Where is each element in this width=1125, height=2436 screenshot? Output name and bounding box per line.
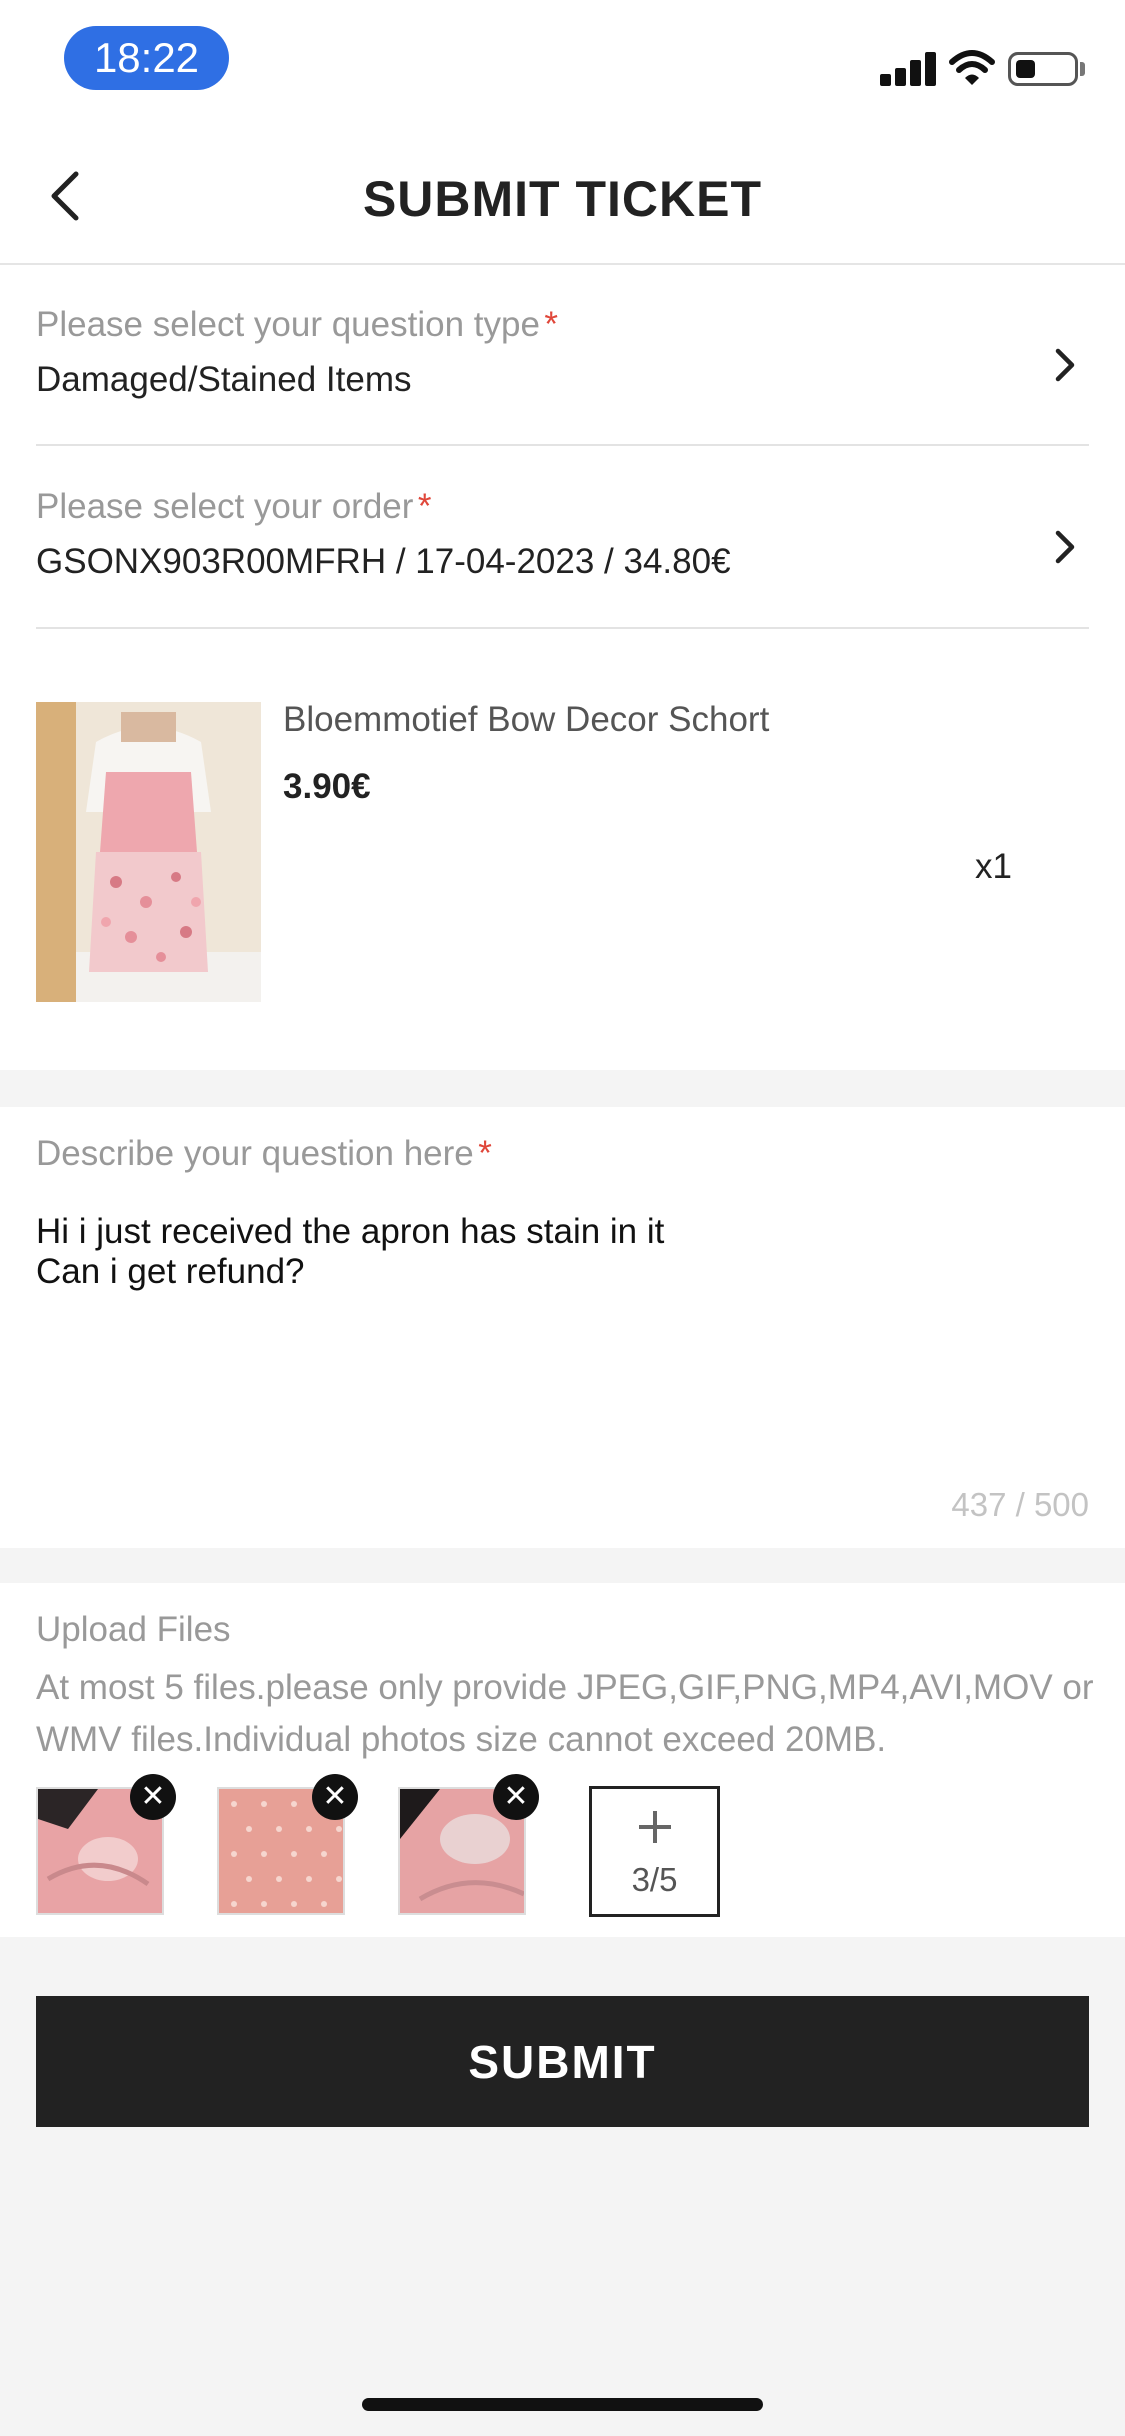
submit-button[interactable]: SUBMIT [36, 1996, 1089, 2127]
upload-hint: At most 5 files.please only provide JPEG… [36, 1668, 1094, 1759]
description-textarea[interactable] [36, 1212, 1089, 1452]
description-label: Describe your question here [36, 1134, 474, 1173]
order-label: Please select your order [36, 487, 414, 526]
status-time: 18:22 [64, 26, 229, 90]
wifi-icon [949, 50, 995, 85]
close-icon[interactable]: ✕ [312, 1774, 358, 1820]
home-indicator [362, 2398, 763, 2411]
product-quantity: x1 [975, 847, 1012, 886]
battery-icon [1008, 52, 1078, 86]
order-selector[interactable]: Please select your order * GSONX903R00MF… [0, 447, 1125, 627]
product-name: Bloemmotief Bow Decor Schort [283, 700, 770, 739]
question-type-selector[interactable]: Please select your question type * Damag… [0, 265, 1125, 445]
plus-icon [639, 1811, 671, 1843]
required-asterisk: * [478, 1134, 492, 1173]
upload-count: 3/5 [631, 1861, 678, 1898]
order-value: GSONX903R00MFRH / 17-04-2023 / 34.80€ [36, 542, 731, 581]
divider [36, 627, 1089, 629]
question-type-label: Please select your question type [36, 305, 540, 344]
close-icon[interactable]: ✕ [130, 1774, 176, 1820]
page-title: SUBMIT TICKET [362, 171, 763, 227]
upload-title: Upload Files [36, 1610, 231, 1649]
battery-tip [1080, 62, 1085, 76]
cellular-signal-icon [880, 52, 936, 86]
chevron-right-icon [1055, 530, 1075, 564]
battery-level [1016, 60, 1035, 78]
product-image [36, 702, 261, 1002]
required-asterisk: * [544, 305, 558, 344]
product-price: 3.90€ [283, 767, 371, 806]
required-asterisk: * [417, 487, 432, 526]
divider [36, 444, 1089, 446]
character-counter: 437 / 500 [951, 1486, 1089, 1523]
add-file-button[interactable]: 3/5 [589, 1786, 720, 1917]
close-icon[interactable]: ✕ [493, 1774, 539, 1820]
question-type-value: Damaged/Stained Items [36, 360, 412, 399]
chevron-right-icon [1055, 348, 1075, 382]
